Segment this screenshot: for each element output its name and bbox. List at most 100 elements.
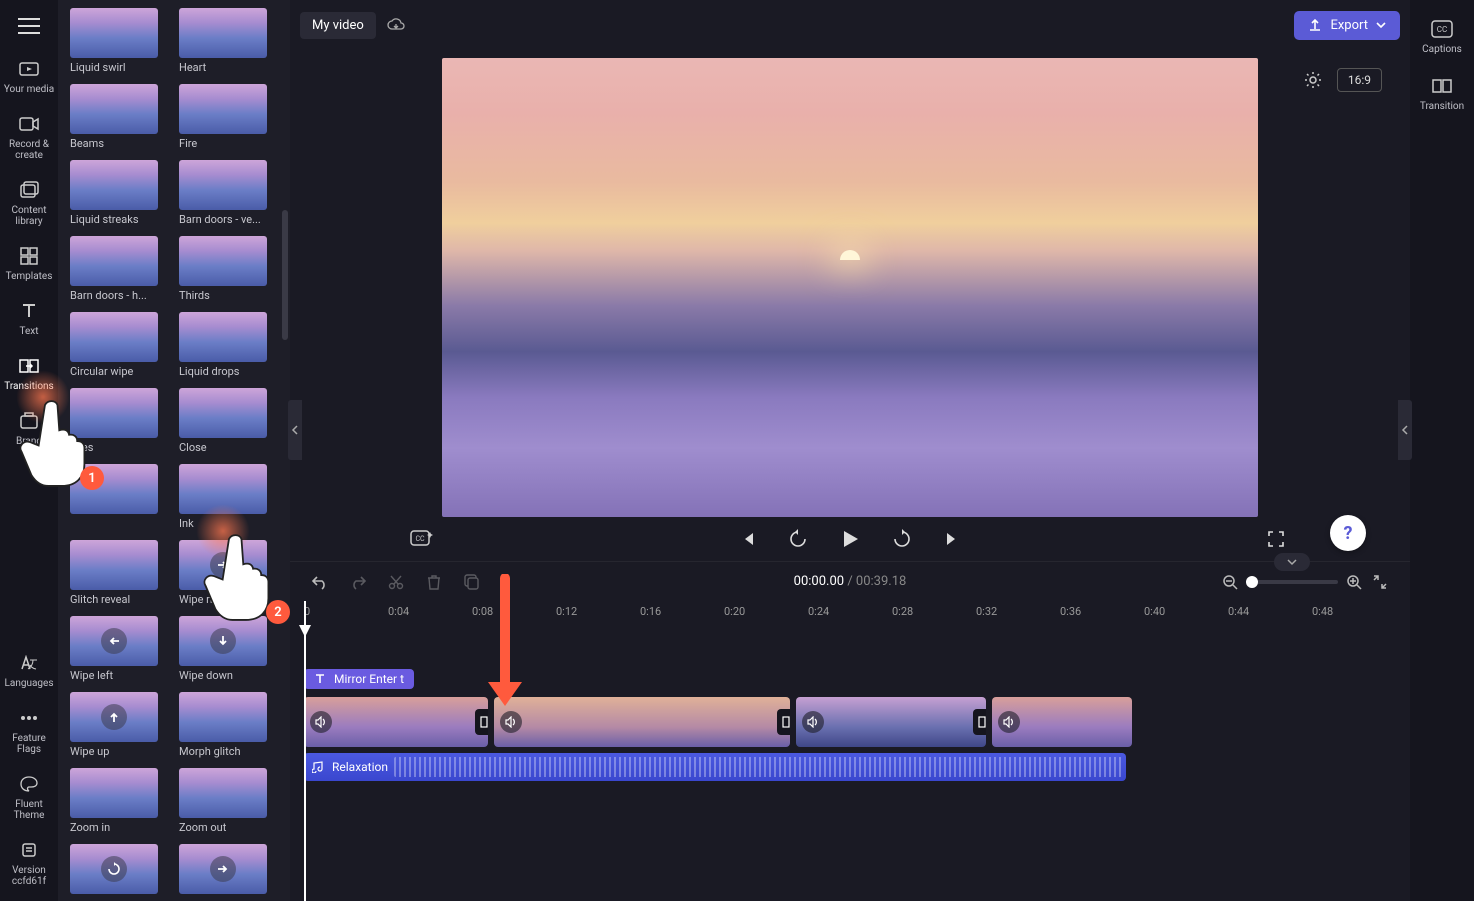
right-captions[interactable]: CC Captions — [1410, 10, 1474, 63]
transition-item[interactable] — [70, 844, 169, 897]
hamburger-menu[interactable] — [18, 8, 40, 48]
transition-item[interactable]: Wipe left — [70, 616, 169, 682]
transition-item[interactable]: Wipe down — [179, 616, 278, 682]
captions-icon: CC — [1431, 18, 1453, 40]
transition-marker-icon[interactable] — [475, 709, 488, 735]
transition-item[interactable]: Close — [179, 388, 278, 454]
transition-thumb — [179, 84, 267, 134]
nav-transitions[interactable]: Transitions — [0, 347, 58, 400]
nav-text[interactable]: Text — [0, 292, 58, 345]
transition-item[interactable]: Ink — [179, 464, 278, 530]
transition-label: Liquid swirl — [70, 61, 158, 74]
scrollbar[interactable] — [282, 210, 288, 340]
title-clip[interactable]: Mirror Enter t — [304, 669, 414, 689]
transition-item[interactable] — [70, 464, 169, 530]
transition-item[interactable]: Zoom out — [179, 768, 278, 834]
ruler-tick: 0:36 — [1060, 605, 1144, 618]
transition-label: Close — [179, 441, 267, 454]
nav-languages[interactable]: Languages — [0, 644, 58, 697]
forward-button[interactable] — [888, 525, 916, 553]
zoom-out-button[interactable] — [1220, 572, 1240, 592]
transition-marker-icon[interactable] — [973, 709, 986, 735]
skip-forward-button[interactable] — [938, 525, 966, 553]
speaker-icon[interactable] — [310, 711, 332, 733]
transition-item[interactable]: Tiles — [70, 388, 169, 454]
transition-item[interactable]: Thirds — [179, 236, 278, 302]
nav-fluent-theme[interactable]: Fluent Theme — [0, 765, 58, 829]
settings-button[interactable] — [1299, 66, 1327, 94]
nav-brand[interactable]: Brand — [0, 402, 58, 455]
transition-item[interactable]: Morph glitch — [179, 692, 278, 758]
delete-button[interactable] — [424, 572, 444, 592]
nav-feature-flags[interactable]: Feature Flags — [0, 699, 58, 763]
speaker-icon[interactable] — [998, 711, 1020, 733]
svg-text:CC: CC — [1437, 25, 1447, 34]
current-time: 00:00.00 — [794, 574, 844, 589]
audio-clip[interactable]: Relaxation — [304, 753, 1126, 781]
help-button[interactable]: ? — [1330, 515, 1366, 551]
rewind-button[interactable] — [784, 525, 812, 553]
nav-your-media[interactable]: Your media — [0, 50, 58, 103]
transition-item[interactable]: Liquid swirl — [70, 8, 169, 74]
redo-button[interactable] — [348, 572, 368, 592]
speaker-icon[interactable] — [500, 711, 522, 733]
cut-button[interactable] — [386, 572, 406, 592]
transition-item[interactable] — [179, 844, 278, 897]
transition-thumb — [179, 692, 267, 742]
transition-item[interactable]: Heart — [179, 8, 278, 74]
nav-label: Your media — [4, 84, 54, 95]
languages-icon — [18, 652, 40, 674]
transition-item[interactable]: Beams — [70, 84, 169, 150]
transition-item[interactable]: Liquid drops — [179, 312, 278, 378]
arrow-right-icon — [210, 856, 236, 882]
panel-collapse-right[interactable] — [1398, 400, 1412, 460]
undo-button[interactable] — [310, 572, 330, 592]
ruler-tick: 0:20 — [724, 605, 808, 618]
transition-item[interactable]: Barn doors - ve... — [179, 160, 278, 226]
panel-collapse-left[interactable] — [288, 400, 302, 460]
duration-sep: / — [847, 574, 856, 589]
music-icon — [312, 761, 324, 773]
play-button[interactable] — [834, 523, 866, 555]
transition-label: Wipe down — [179, 669, 267, 682]
cloud-sync-icon[interactable] — [386, 17, 406, 33]
video-clip-1[interactable] — [304, 697, 488, 747]
transition-item[interactable]: Liquid streaks — [70, 160, 169, 226]
zoom-slider[interactable] — [1246, 580, 1338, 584]
nav-templates[interactable]: Templates — [0, 237, 58, 290]
video-clip-2[interactable] — [494, 697, 790, 747]
zoom-fit-button[interactable] — [1370, 572, 1390, 592]
project-name[interactable]: My video — [300, 12, 376, 39]
nav-version[interactable]: Version ccfd61f — [0, 831, 58, 895]
skip-back-button[interactable] — [734, 525, 762, 553]
video-clip-3[interactable] — [796, 697, 986, 747]
nav-record-create[interactable]: Record & create — [0, 105, 58, 169]
audio-clip-label: Relaxation — [332, 760, 388, 774]
captions-ai-button[interactable]: CC — [408, 525, 436, 553]
zoom-in-button[interactable] — [1344, 572, 1364, 592]
right-transition[interactable]: Transition — [1410, 67, 1474, 120]
transition-item[interactable]: Circular wipe — [70, 312, 169, 378]
transition-item[interactable]: Zoom in — [70, 768, 169, 834]
timeline[interactable]: 00:040:080:120:160:200:240:280:320:360:4… — [290, 601, 1410, 901]
nav-content-library[interactable]: Content library — [0, 171, 58, 235]
transition-label: Liquid streaks — [70, 213, 158, 226]
transition-item[interactable]: Wipe up — [70, 692, 169, 758]
transition-item[interactable]: Barn doors - h... — [70, 236, 169, 302]
fullscreen-button[interactable] — [1262, 525, 1290, 553]
speaker-icon[interactable] — [802, 711, 824, 733]
transition-item[interactable]: Glitch reveal — [70, 540, 169, 606]
video-preview[interactable] — [442, 58, 1258, 517]
transition-marker-icon[interactable] — [777, 709, 790, 735]
playhead[interactable] — [304, 601, 306, 901]
transition-item[interactable]: Wipe right — [179, 540, 278, 606]
copy-button[interactable] — [462, 572, 482, 592]
collapse-toggle[interactable] — [1274, 553, 1310, 571]
transitions-panel[interactable]: Liquid swirl Heart Beams Fire Liquid str… — [58, 0, 290, 901]
export-button[interactable]: Export — [1294, 11, 1400, 40]
timeline-ruler[interactable]: 00:040:080:120:160:200:240:280:320:360:4… — [290, 601, 1410, 629]
zoom-thumb[interactable] — [1246, 576, 1258, 588]
transition-item[interactable]: Fire — [179, 84, 278, 150]
video-clip-4[interactable] — [992, 697, 1132, 747]
aspect-ratio-button[interactable]: 16:9 — [1337, 68, 1382, 92]
